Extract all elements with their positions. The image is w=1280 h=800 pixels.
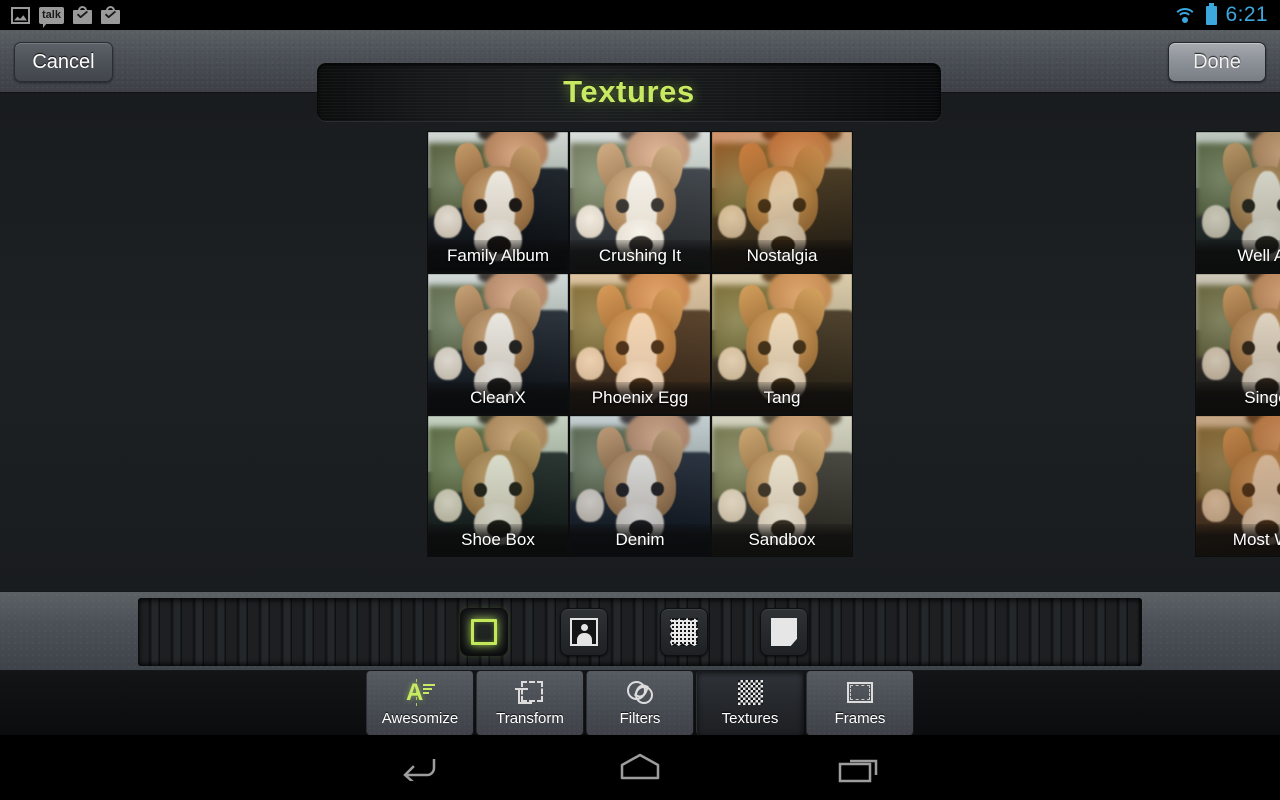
texture-tile-label: Shoe Box — [428, 524, 568, 556]
texture-tile[interactable]: Family Album — [427, 131, 569, 273]
texture-tile[interactable]: Sandbox — [711, 415, 853, 557]
paper-icon — [771, 618, 797, 646]
status-bar: talk 6:21 — [0, 0, 1280, 30]
texture-tile[interactable]: Singe — [1195, 273, 1280, 415]
awesomize-icon: A — [405, 679, 435, 707]
tab-filters-label: Filters — [619, 710, 661, 727]
tab-transform[interactable]: Transform — [476, 671, 584, 735]
tab-frames[interactable]: Frames — [806, 671, 914, 735]
tab-textures[interactable]: Textures — [696, 671, 804, 735]
texture-tile-label: Crushing It — [570, 240, 710, 272]
app-root: talk 6:21 Cancel Textures Done Family Al… — [0, 0, 1280, 800]
talk-icon: talk — [39, 6, 64, 28]
texture-tile[interactable]: Nostalgia — [711, 131, 853, 273]
tab-bar: A Awesomize Transform Filters Textures F… — [0, 671, 1280, 735]
android-navigation-bar — [0, 735, 1280, 800]
texture-tile-label: Most Wa — [1196, 524, 1280, 556]
nav-recents-button[interactable] — [830, 746, 890, 790]
texture-tile[interactable]: Most Wa — [1195, 415, 1280, 557]
texture-preview-area: Family Album Crushing It Nostalgia CleanX Ph… — [0, 93, 1280, 591]
download-complete-icon — [73, 6, 92, 24]
status-bar-system: 6:21 — [1172, 2, 1280, 27]
texture-tile-label: CleanX — [428, 382, 568, 414]
texture-tile[interactable]: Phoenix Egg — [569, 273, 711, 415]
battery-icon — [1205, 2, 1217, 25]
portrait-texture-category[interactable] — [560, 608, 608, 656]
status-bar-clock: 6:21 — [1225, 3, 1268, 26]
person-icon — [570, 618, 598, 646]
tab-filters[interactable]: Filters — [586, 671, 694, 735]
done-button[interactable]: Done — [1168, 42, 1266, 82]
texture-tile-label: Tang — [712, 382, 852, 414]
check-glyph — [77, 11, 88, 18]
texture-tile-label: Family Album — [428, 240, 568, 272]
texture-tile[interactable]: Crushing It — [569, 131, 711, 273]
checkerboard-icon — [735, 679, 765, 707]
texture-tile-label: Nostalgia — [712, 240, 852, 272]
wifi-icon — [1172, 6, 1197, 24]
paper-texture-category[interactable] — [760, 608, 808, 656]
talk-icon-label: talk — [42, 8, 61, 21]
texture-tile-label: Denim — [570, 524, 710, 556]
nav-home-button[interactable] — [610, 746, 670, 790]
tab-awesomize[interactable]: A Awesomize — [366, 671, 474, 735]
title-bar: Cancel Textures Done — [0, 30, 1280, 121]
square-texture-category[interactable] — [460, 608, 508, 656]
texture-tile-label: Singe — [1196, 382, 1280, 414]
grunge-square-icon — [670, 618, 698, 646]
green-square-icon — [471, 619, 497, 645]
page-title: Textures — [563, 74, 695, 109]
texture-grid-offscreen-column: Well Ag Singe Most Wa — [1195, 131, 1280, 557]
texture-tile-label: Sandbox — [712, 524, 852, 556]
cancel-button[interactable]: Cancel — [14, 42, 113, 82]
gallery-icon — [11, 6, 30, 24]
status-bar-notifications: talk — [0, 6, 120, 28]
title-panel: Textures — [317, 63, 941, 121]
tab-list: A Awesomize Transform Filters Textures F… — [365, 671, 915, 735]
texture-tile[interactable]: Well Ag — [1195, 131, 1280, 273]
grunge-texture-category[interactable] — [660, 608, 708, 656]
texture-tile[interactable]: Tang — [711, 273, 853, 415]
frame-icon — [845, 679, 875, 707]
texture-tile-label: Well Ag — [1196, 240, 1280, 272]
recents-icon — [838, 759, 878, 782]
texture-grid: Family Album Crushing It Nostalgia CleanX Ph… — [427, 131, 853, 557]
texture-tile[interactable]: Shoe Box — [427, 415, 569, 557]
back-arrow-icon — [403, 758, 436, 781]
texture-tile[interactable]: CleanX — [427, 273, 569, 415]
check-glyph — [105, 11, 116, 18]
tab-textures-label: Textures — [721, 710, 779, 727]
tab-frames-label: Frames — [834, 710, 886, 727]
texture-tile-label: Phoenix Egg — [570, 382, 710, 414]
category-strip — [138, 598, 1142, 666]
category-strip-row — [0, 591, 1280, 671]
tab-transform-label: Transform — [496, 710, 564, 727]
home-icon — [620, 753, 660, 779]
filters-icon — [625, 679, 655, 707]
texture-tile[interactable]: Denim — [569, 415, 711, 557]
download-complete-icon — [101, 6, 120, 24]
crop-icon — [515, 679, 545, 707]
tab-awesomize-label: Awesomize — [381, 710, 459, 727]
nav-back-button[interactable] — [390, 746, 450, 790]
